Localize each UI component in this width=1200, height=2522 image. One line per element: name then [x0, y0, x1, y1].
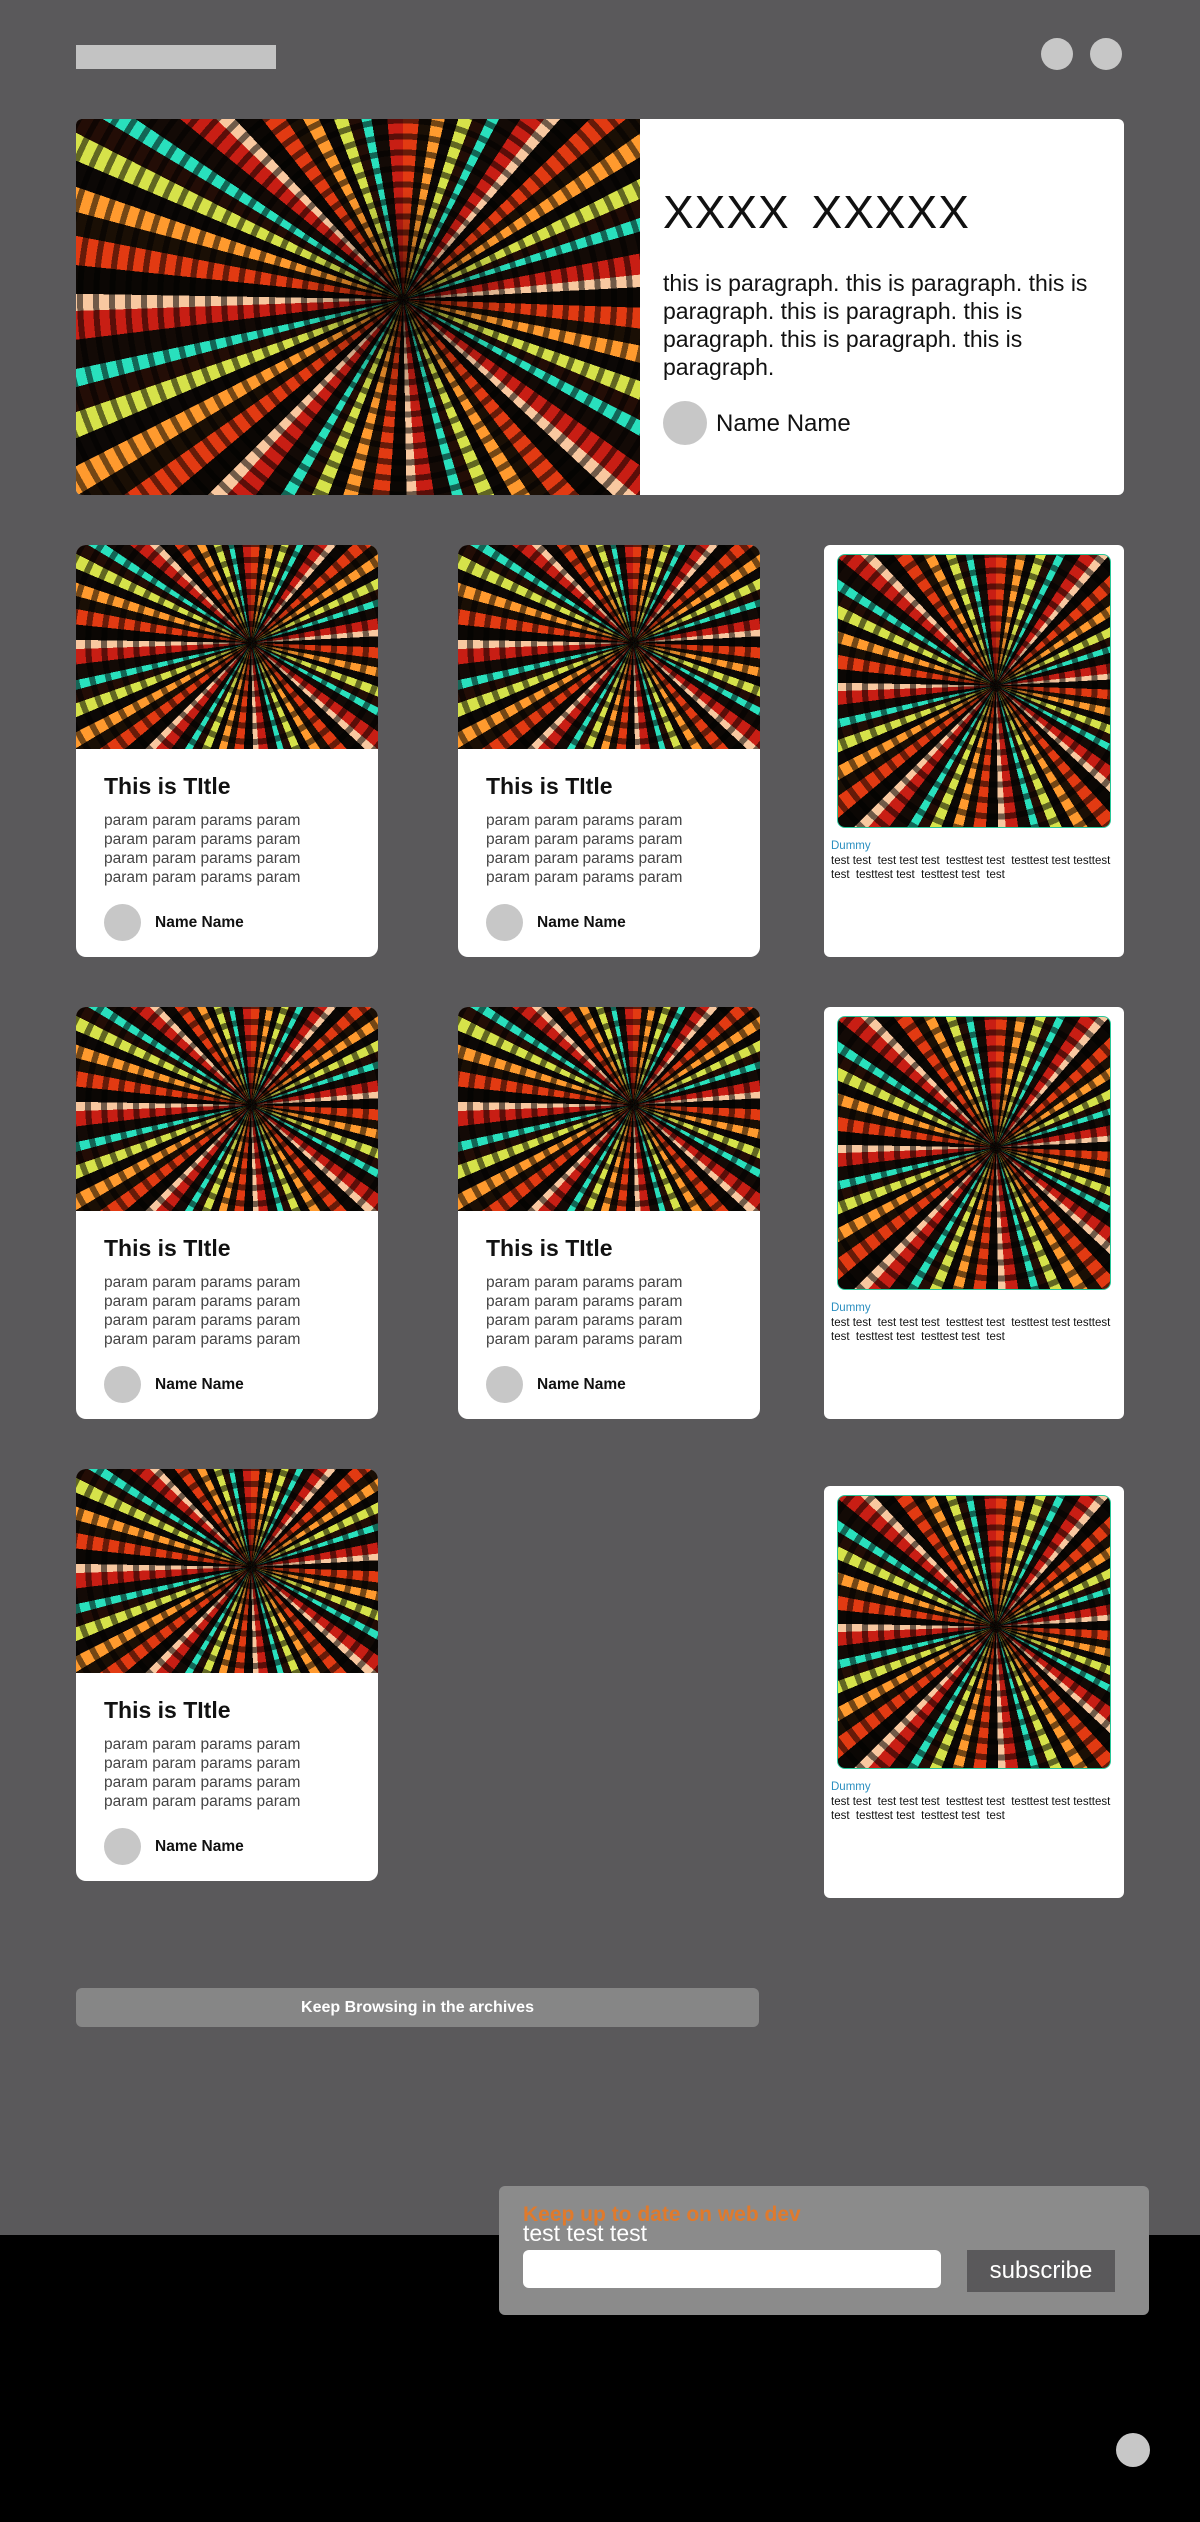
avatar	[104, 1366, 141, 1403]
side-card[interactable]: Dummy test test test test test testtest …	[824, 545, 1124, 957]
newsletter-email-input[interactable]	[523, 2250, 941, 2288]
avatar	[104, 904, 141, 941]
card-author-name: Name Name	[155, 1376, 244, 1393]
card-body: param param params param param param par…	[486, 812, 683, 886]
card-author-name: Name Name	[155, 914, 244, 931]
card-image	[76, 1469, 378, 1673]
newsletter-subtitle: test test test	[523, 2220, 647, 2246]
side-card-tag[interactable]: Dummy	[831, 1302, 871, 1314]
header-circle-icon-2[interactable]	[1090, 38, 1122, 70]
hero-author-name: Name Name	[716, 410, 851, 437]
card-body: param param params param param param par…	[486, 1274, 683, 1348]
hero-image	[76, 119, 640, 495]
article-card[interactable]: This is TItle param param params param p…	[458, 545, 760, 957]
card-body: param param params param param param par…	[104, 812, 301, 886]
side-card[interactable]: Dummy test test test test test testtest …	[824, 1486, 1124, 1898]
side-card-image	[837, 1495, 1111, 1769]
avatar	[663, 401, 707, 445]
side-card[interactable]: Dummy test test test test test testtest …	[824, 1007, 1124, 1419]
newsletter-box: Keep up to date on web dev test test tes…	[499, 2186, 1149, 2315]
side-card-image	[837, 554, 1111, 828]
article-card[interactable]: This is TItle param param params param p…	[76, 1007, 378, 1419]
side-card-text: test test test test test testtest test t…	[831, 1796, 1114, 1822]
card-body: param param params param param param par…	[104, 1736, 301, 1810]
card-body: param param params param param param par…	[104, 1274, 301, 1348]
header-circle-icon-1[interactable]	[1041, 38, 1073, 70]
card-image	[76, 545, 378, 749]
archive-button[interactable]: Keep Browsing in the archives	[76, 1988, 759, 2027]
avatar	[486, 1366, 523, 1403]
card-title: This is TItle	[104, 1235, 231, 1261]
card-image	[458, 545, 760, 749]
side-card-text: test test test test test testtest test t…	[831, 855, 1114, 881]
card-author-name: Name Name	[537, 914, 626, 931]
side-card-tag[interactable]: Dummy	[831, 1781, 871, 1793]
hero-card[interactable]: XXXX XXXXX this is paragraph. this is pa…	[76, 119, 1124, 495]
avatar	[104, 1828, 141, 1865]
logo-placeholder[interactable]	[76, 45, 276, 69]
hero-title: XXXX XXXXX	[663, 186, 970, 238]
side-card-tag[interactable]: Dummy	[831, 840, 871, 852]
card-author-name: Name Name	[537, 1376, 626, 1393]
card-title: This is TItle	[104, 773, 231, 799]
card-author-name: Name Name	[155, 1838, 244, 1855]
subscribe-button[interactable]: subscribe	[967, 2250, 1115, 2292]
hero-paragraph: this is paragraph. this is paragraph. th…	[663, 270, 1088, 380]
card-title: This is TItle	[104, 1697, 231, 1723]
avatar	[486, 904, 523, 941]
card-image	[458, 1007, 760, 1211]
article-card[interactable]: This is TItle param param params param p…	[76, 1469, 378, 1881]
card-title: This is TItle	[486, 773, 613, 799]
footer-circle-icon[interactable]	[1116, 2433, 1150, 2467]
card-image	[76, 1007, 378, 1211]
side-card-image	[837, 1016, 1111, 1290]
side-card-text: test test test test test testtest test t…	[831, 1317, 1114, 1343]
article-card[interactable]: This is TItle param param params param p…	[76, 545, 378, 957]
article-card[interactable]: This is TItle param param params param p…	[458, 1007, 760, 1419]
card-title: This is TItle	[486, 1235, 613, 1261]
